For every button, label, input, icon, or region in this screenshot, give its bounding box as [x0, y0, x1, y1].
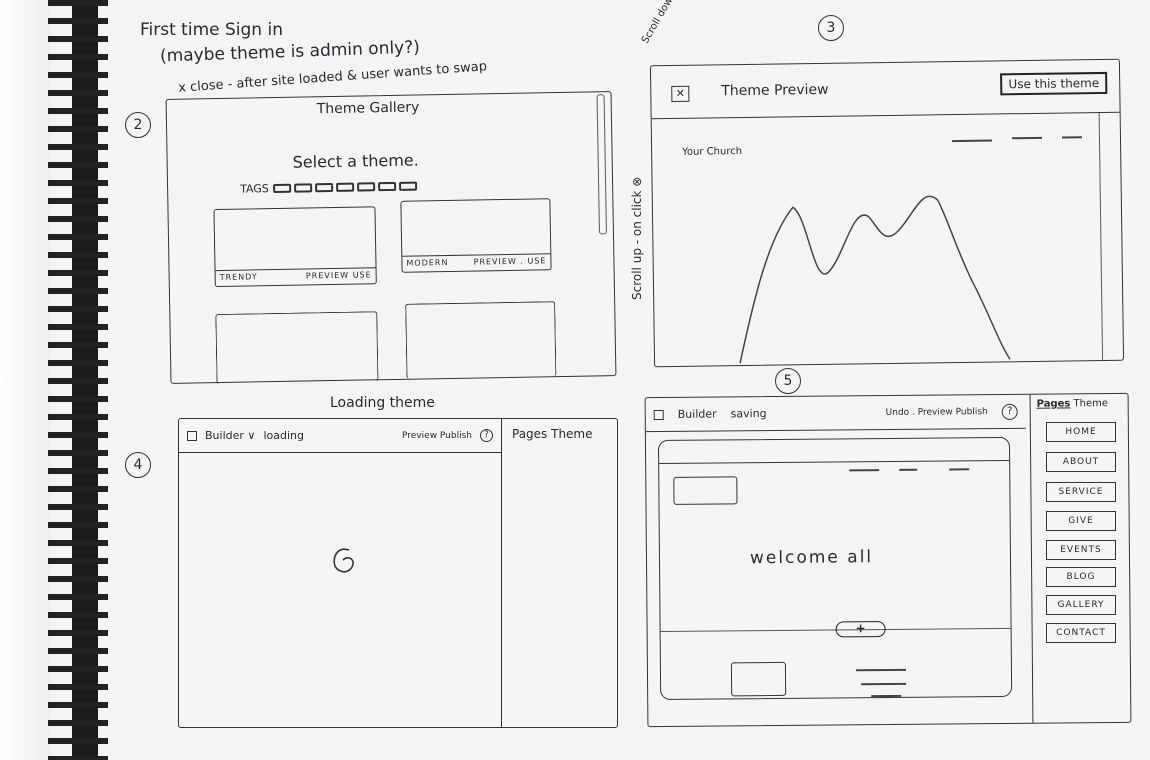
tag-chip[interactable] — [272, 183, 291, 194]
theme-card[interactable] — [215, 311, 379, 385]
tab-theme[interactable]: Theme — [1073, 398, 1108, 409]
paper-edge — [0, 0, 50, 760]
tags-label: TAGS — [240, 182, 269, 196]
close-icon[interactable]: ✕ — [671, 85, 690, 102]
welcome-text: welcome all — [749, 547, 874, 569]
theme-actions[interactable]: PREVIEW . USE — [474, 256, 547, 268]
tab-pages[interactable]: Pages — [1037, 398, 1071, 409]
note-scroll-down: Scroll down to review previous page — [640, 0, 740, 46]
pages-sidebar: Pages Theme — [1029, 394, 1108, 723]
tag-chip[interactable] — [356, 182, 375, 192]
scrollbar[interactable] — [596, 94, 607, 235]
loading-builder-panel: Builder ∨ loading Preview Publish ? Page… — [178, 418, 618, 728]
theme-preview-panel: ✕ Theme Preview Use this theme Your Chur… — [649, 58, 1125, 368]
tag-chip[interactable] — [377, 181, 396, 192]
gallery-title: Theme Gallery — [316, 99, 420, 118]
scrollbar[interactable] — [1098, 113, 1104, 361]
note-subtitle: (maybe theme is admin only?) — [159, 37, 421, 67]
loading-spinner-icon — [333, 548, 354, 573]
help-icon[interactable]: ? — [480, 429, 493, 442]
theme-card[interactable] — [405, 301, 557, 379]
use-this-theme-button[interactable]: Use this theme — [1000, 71, 1108, 96]
note-close: x close - after site loaded & user wants… — [177, 59, 488, 96]
add-section-button[interactable]: + — [835, 621, 886, 638]
step-number: 2 — [125, 112, 151, 138]
theme-name: MODERN — [406, 258, 449, 268]
status-text: loading — [263, 429, 304, 442]
page-item-events[interactable]: EVENTS — [1046, 540, 1116, 560]
theme-card[interactable]: MODERN PREVIEW . USE — [400, 198, 552, 273]
note-scroll-up: Scroll up - on click ⊗ — [630, 176, 644, 300]
undo-preview-publish-actions[interactable]: Undo . Preview Publish — [886, 407, 988, 418]
tags-row: TAGS — [240, 179, 420, 196]
menu-icon[interactable] — [187, 430, 197, 441]
loading-caption: Loading theme — [330, 395, 435, 411]
preview-title: Theme Preview — [721, 81, 829, 100]
tag-chip[interactable] — [335, 182, 354, 192]
page-item-blog[interactable]: BLOG — [1046, 567, 1116, 587]
theme-card[interactable]: TRENDY PREVIEW USE — [213, 206, 377, 288]
builder-label[interactable]: Builder — [678, 407, 717, 420]
builder-panel: Builder saving Undo . Preview Publish ? … — [644, 392, 1132, 728]
help-icon[interactable]: ? — [1001, 403, 1018, 420]
tag-chip[interactable] — [398, 181, 417, 191]
hero-mountain-sketch — [739, 195, 1011, 364]
site-name: Your Church — [682, 146, 743, 158]
status-text: saving — [730, 407, 767, 421]
theme-gallery-panel: Theme Gallery Select a theme. TAGS TREND… — [165, 91, 617, 385]
image-placeholder[interactable] — [730, 661, 787, 697]
menu-icon[interactable] — [653, 409, 664, 420]
step-number: 4 — [125, 452, 151, 478]
preview-frame: Your Church — [651, 111, 1124, 367]
preview-publish-actions[interactable]: Preview Publish — [402, 431, 472, 441]
builder-dropdown[interactable]: Builder ∨ — [205, 429, 255, 442]
side-tabs[interactable]: Pages Theme — [501, 419, 603, 727]
page-item-gallery[interactable]: GALLERY — [1046, 595, 1116, 615]
page-item-contact[interactable]: CONTACT — [1046, 623, 1116, 643]
page-item-give[interactable]: GIVE — [1046, 511, 1116, 531]
theme-actions[interactable]: PREVIEW USE — [306, 270, 372, 282]
theme-name: TRENDY — [219, 272, 258, 282]
page-item-about[interactable]: ABOUT — [1046, 452, 1116, 472]
page-item-service[interactable]: SERVICE — [1046, 482, 1116, 502]
note-title: First time Sign in — [140, 20, 283, 40]
page-item-home[interactable]: HOME — [1046, 422, 1116, 442]
logo-placeholder[interactable] — [673, 476, 738, 505]
spiral-binding — [48, 0, 108, 760]
gallery-heading: Select a theme. — [292, 150, 419, 172]
tag-chip[interactable] — [293, 183, 312, 193]
site-canvas: welcome all + — [657, 436, 1013, 700]
step-number: 5 — [775, 368, 801, 394]
tag-chip[interactable] — [314, 183, 333, 193]
step-number: 3 — [818, 15, 844, 41]
